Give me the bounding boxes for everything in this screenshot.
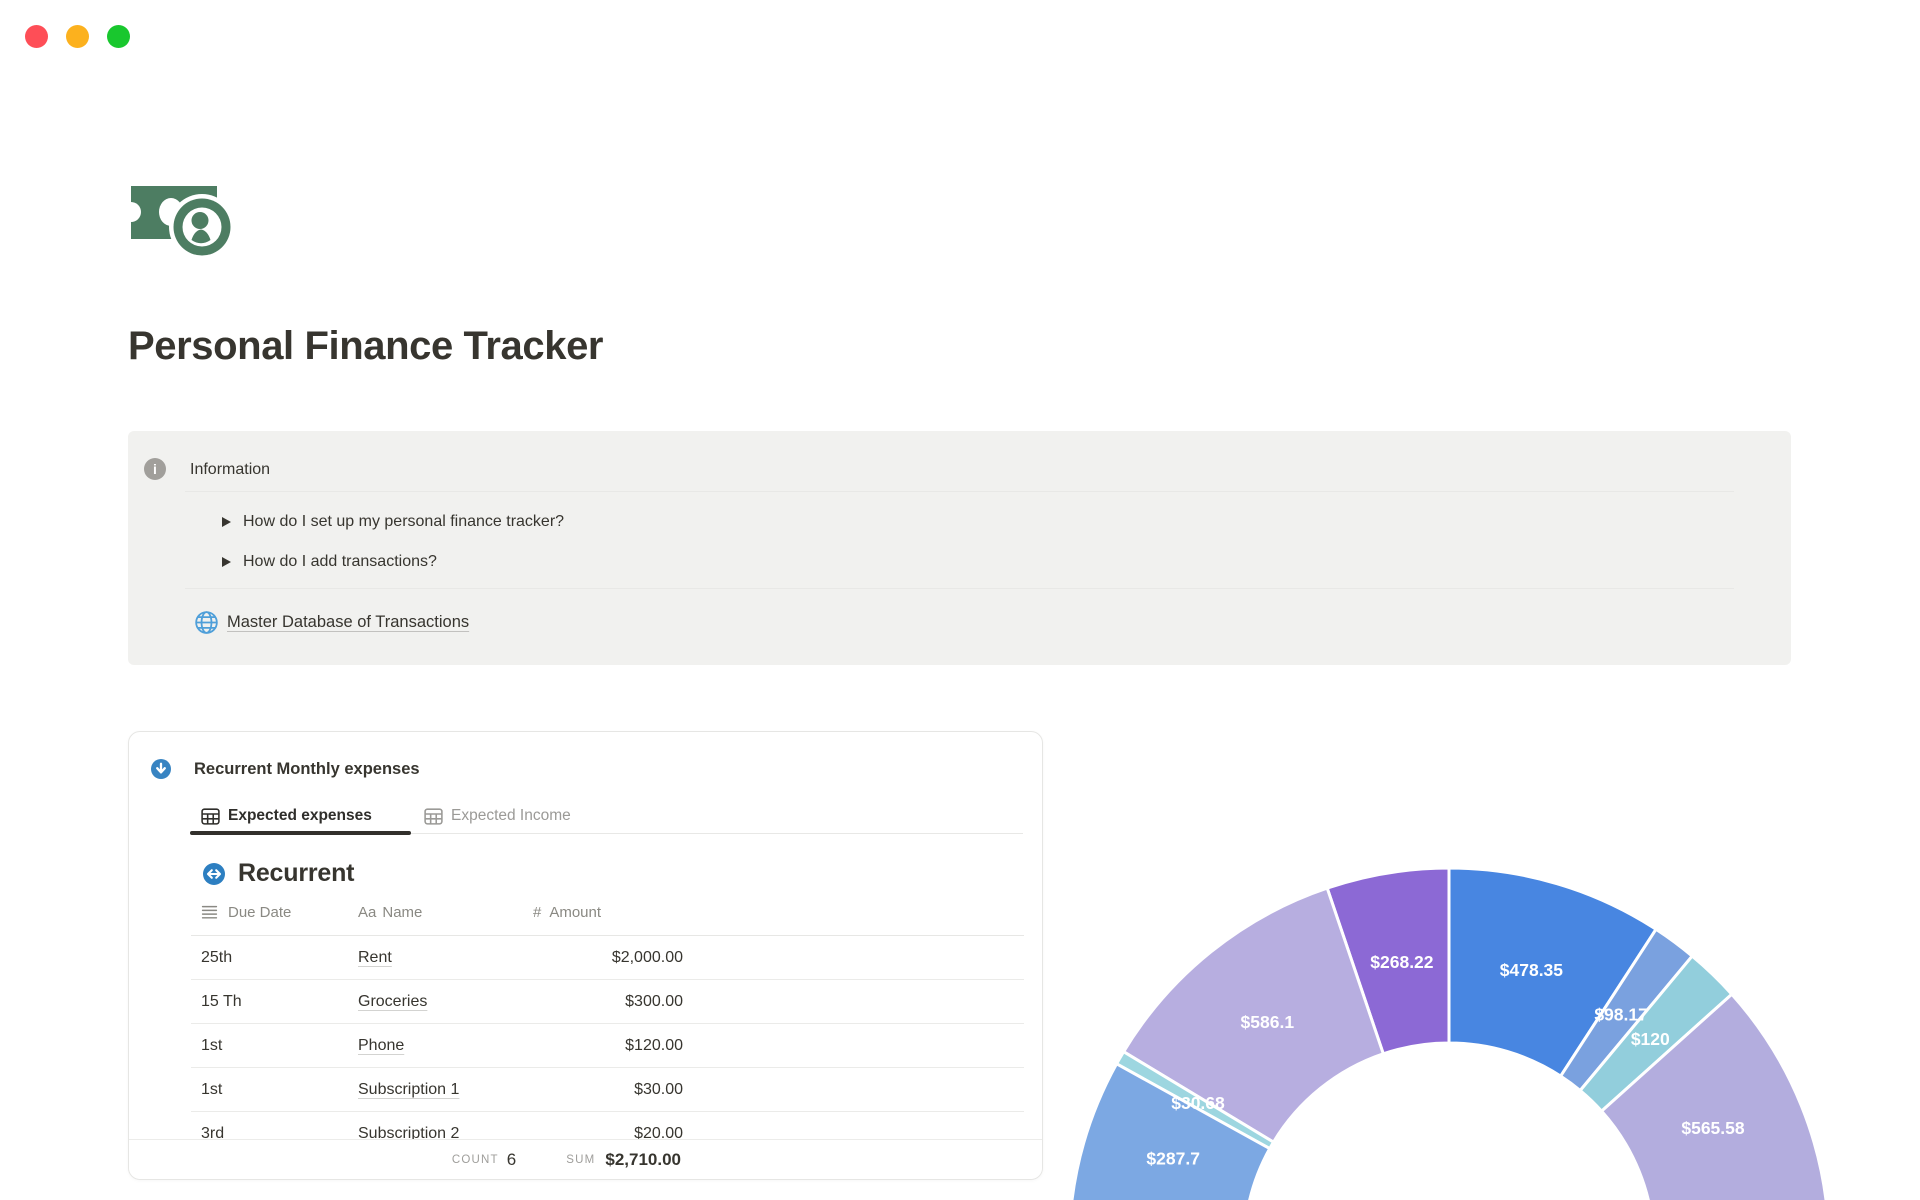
- cell-amount[interactable]: $2,000.00: [481, 936, 683, 980]
- callout-toggles: How do I set up my personal finance trac…: [222, 502, 564, 582]
- cell-due-date[interactable]: 1st: [201, 1068, 222, 1112]
- column-label: Amount: [549, 904, 602, 921]
- active-tab-indicator: [190, 831, 411, 835]
- card-header: Recurrent Monthly expenses: [151, 759, 420, 779]
- column-label: Name: [382, 904, 423, 921]
- table-rows: 25th Rent $2,000.00 15 Th Groceries $300.00 1s…: [191, 936, 1024, 1156]
- callout-title: Information: [190, 461, 271, 478]
- cell-name[interactable]: Phone: [358, 1024, 404, 1068]
- tab-label: Expected expenses: [228, 807, 372, 824]
- callout-toggle[interactable]: How do I add transactions?: [222, 542, 564, 582]
- banknote-coin-icon[interactable]: [130, 182, 240, 262]
- close-button[interactable]: [25, 25, 48, 48]
- arrow-down-circle-icon: [151, 759, 171, 779]
- section-title[interactable]: Recurrent: [238, 859, 354, 888]
- table-row[interactable]: 1st Subscription 1 $30.00: [191, 1068, 1024, 1112]
- callout-toggle[interactable]: How do I set up my personal finance trac…: [222, 502, 564, 542]
- table-row[interactable]: 15 Th Groceries $300.00: [191, 980, 1024, 1024]
- cell-amount[interactable]: $120.00: [481, 1024, 683, 1068]
- window-controls: [25, 25, 130, 48]
- cell-due-date[interactable]: 1st: [201, 1024, 222, 1068]
- toggle-label: How do I add transactions?: [243, 553, 437, 570]
- table-footer: COUNT 6 SUM $2,710.00: [129, 1139, 1042, 1179]
- cell-name[interactable]: Rent: [358, 936, 392, 980]
- cell-amount[interactable]: $300.00: [481, 980, 683, 1024]
- table-icon: [424, 807, 443, 825]
- information-callout: Information How do I set up my personal …: [128, 431, 1791, 665]
- card-title: Recurrent Monthly expenses: [194, 759, 420, 778]
- toggle-triangle-icon[interactable]: [222, 557, 231, 567]
- table-icon: [201, 807, 220, 825]
- column-due-date[interactable]: Due Date: [201, 904, 291, 921]
- count-label[interactable]: COUNT: [452, 1154, 499, 1166]
- text-lines-icon: [201, 905, 218, 919]
- cell-name[interactable]: Groceries: [358, 980, 427, 1024]
- title-icon: Aa: [358, 904, 377, 921]
- cell-name[interactable]: Subscription 1: [358, 1068, 459, 1112]
- recurrent-expenses-card: Recurrent Monthly expenses Expected expe…: [128, 731, 1043, 1180]
- cell-due-date[interactable]: 15 Th: [201, 980, 242, 1024]
- sum-label[interactable]: SUM: [566, 1154, 595, 1166]
- left-right-arrow-circle-icon: [203, 862, 225, 885]
- minimize-button[interactable]: [66, 25, 89, 48]
- info-icon: [144, 458, 166, 480]
- table-header: Due Date Aa Name # Amount: [129, 904, 1042, 934]
- divider: [185, 491, 1734, 492]
- number-icon: #: [533, 904, 542, 921]
- column-label: Due Date: [228, 904, 292, 921]
- globe-icon: [195, 611, 218, 634]
- divider: [185, 588, 1734, 589]
- tab-label: Expected Income: [451, 807, 571, 824]
- toggle-label: How do I set up my personal finance trac…: [243, 513, 565, 530]
- section-header: Recurrent: [203, 859, 354, 888]
- column-name[interactable]: Aa Name: [358, 904, 422, 921]
- database-link[interactable]: Master Database of Transactions: [227, 613, 469, 632]
- table-row[interactable]: 1st Phone $120.00: [191, 1024, 1024, 1068]
- sum-value[interactable]: $2,710.00: [605, 1150, 681, 1170]
- cell-due-date[interactable]: 25th: [201, 936, 232, 980]
- zoom-button[interactable]: [107, 25, 130, 48]
- tab-expected-income[interactable]: Expected Income: [423, 805, 571, 827]
- database-link-row[interactable]: Master Database of Transactions: [193, 609, 469, 636]
- table-row[interactable]: 25th Rent $2,000.00: [191, 936, 1024, 980]
- tab-expected-expenses[interactable]: Expected expenses: [200, 805, 372, 827]
- count-value[interactable]: 6: [507, 1150, 516, 1170]
- column-amount[interactable]: # Amount: [533, 904, 601, 921]
- toggle-triangle-icon[interactable]: [222, 517, 231, 527]
- notion-window: Personal Finance Tracker Information How…: [0, 0, 1920, 1200]
- page-title[interactable]: Personal Finance Tracker: [128, 324, 603, 369]
- cell-amount[interactable]: $30.00: [481, 1068, 683, 1112]
